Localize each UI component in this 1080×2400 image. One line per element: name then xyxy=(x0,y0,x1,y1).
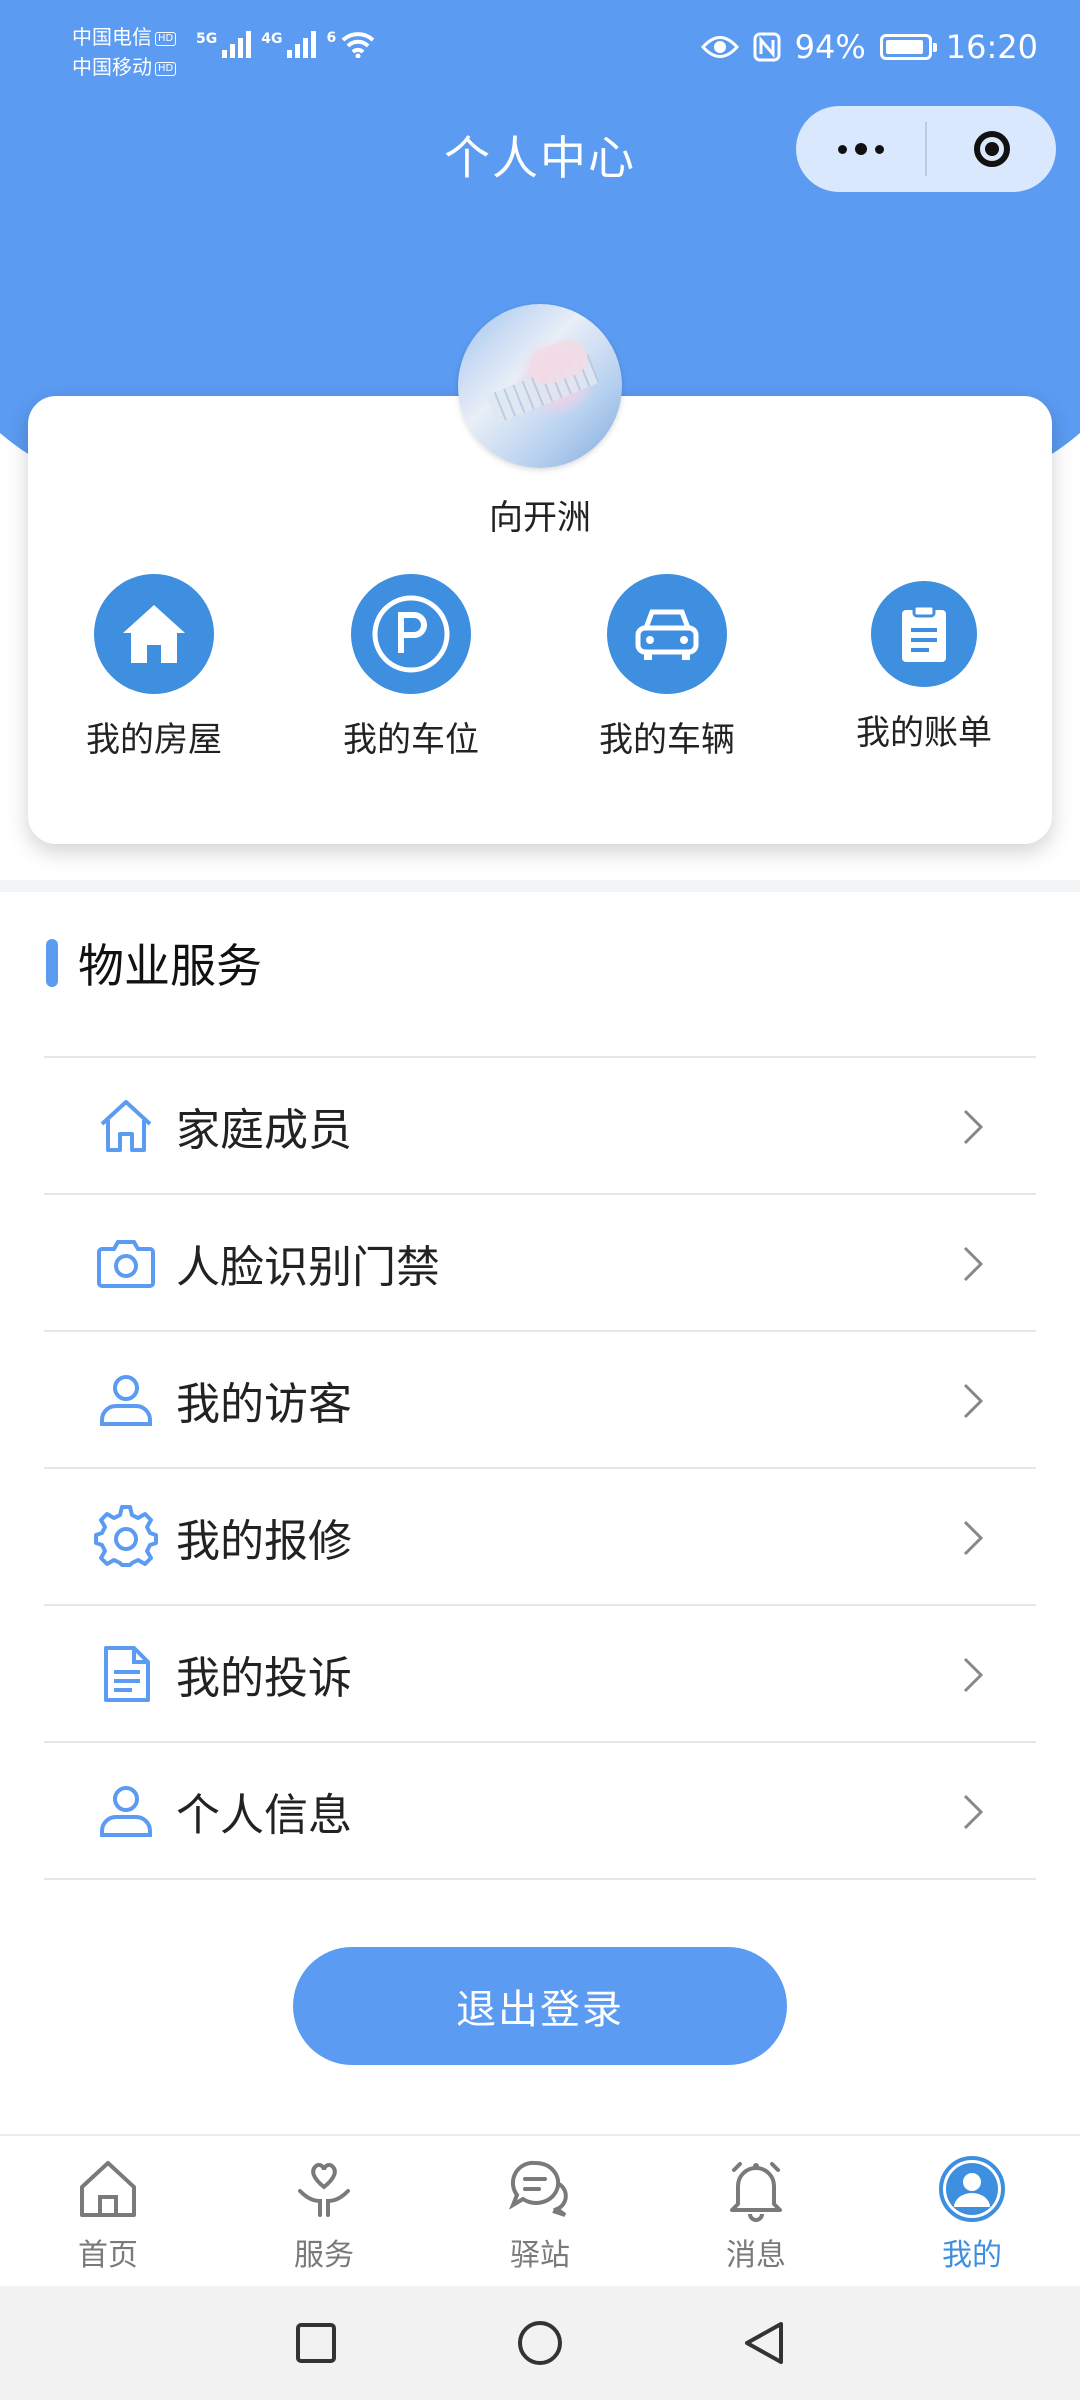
menu-item-visitors[interactable]: 我的访客 xyxy=(44,1330,1036,1467)
status-right: 94% 16:20 xyxy=(700,28,1038,66)
user-icon xyxy=(94,1779,158,1843)
chat-tab-icon xyxy=(505,2154,575,2224)
signal-indicators: 5G 4G 6 xyxy=(196,30,375,58)
hd-badge: HD xyxy=(155,31,177,46)
menu-item-label: 人脸识别门禁 xyxy=(176,1241,440,1293)
tab-home[interactable]: 首页 xyxy=(0,2136,216,2288)
system-nav-bar xyxy=(0,2286,1080,2400)
car-icon xyxy=(607,574,727,694)
menu-item-label: 个人信息 xyxy=(176,1789,352,1841)
menu-item-label: 我的访客 xyxy=(176,1378,352,1430)
profile-tab-icon xyxy=(937,2154,1007,2224)
tab-label: 消息 xyxy=(726,2238,786,2273)
signal-4g-icon: 4G xyxy=(261,31,317,58)
gear-icon xyxy=(94,1504,158,1569)
section-title: 物业服务 xyxy=(78,939,262,993)
signal-5g-icon: 5G xyxy=(196,31,252,58)
chevron-right-icon xyxy=(963,1383,984,1418)
tab-label: 首页 xyxy=(78,2238,138,2273)
carrier-1: 中国电信 xyxy=(72,25,152,49)
status-bar: 中国电信 HD 中国移动 HD 5G 4G 6 94% 16:20 xyxy=(0,0,1080,100)
quick-action-house[interactable]: 我的房屋 xyxy=(54,574,254,761)
wifi-icon: 6 xyxy=(326,30,375,58)
quick-action-bill[interactable]: 我的账单 xyxy=(824,574,1024,754)
tab-label: 服务 xyxy=(294,2238,354,2273)
house-icon xyxy=(94,574,214,694)
carrier-2: 中国移动 xyxy=(72,55,152,79)
battery-percent: 94% xyxy=(794,28,866,66)
tab-label: 驿站 xyxy=(510,2238,570,2273)
quick-action-label: 我的车位 xyxy=(343,720,479,760)
clock: 16:20 xyxy=(945,28,1038,66)
eye-icon xyxy=(700,36,739,58)
quick-action-label: 我的车辆 xyxy=(599,720,735,760)
carrier-info: 中国电信 HD 中国移动 HD xyxy=(72,22,177,82)
nfc-icon xyxy=(753,32,781,62)
tab-label: 我的 xyxy=(942,2238,1002,2273)
section-accent-bar xyxy=(46,939,58,987)
home-outline-icon xyxy=(94,1094,158,1158)
camera-icon xyxy=(94,1231,158,1295)
logout-button[interactable]: 退出登录 xyxy=(293,1947,787,2065)
quick-action-car[interactable]: 我的车辆 xyxy=(567,574,767,761)
document-icon xyxy=(94,1642,158,1706)
target-icon xyxy=(973,131,1010,167)
bill-icon xyxy=(871,581,977,687)
hd-badge: HD xyxy=(155,61,177,76)
home-button[interactable] xyxy=(517,2320,563,2366)
network-4g-label: 4G xyxy=(261,31,283,47)
back-button[interactable] xyxy=(743,2320,785,2366)
menu-item-label: 家庭成员 xyxy=(176,1104,352,1156)
menu-item-personal-info[interactable]: 个人信息 xyxy=(44,1741,1036,1880)
section-header: 物业服务 xyxy=(46,930,262,996)
quick-action-parking[interactable]: 我的车位 xyxy=(311,574,511,761)
recent-apps-button[interactable] xyxy=(295,2322,337,2364)
service-menu: 家庭成员 人脸识别门禁 我的访客 我的报修 我的投诉 个人信息 xyxy=(44,1056,1036,1880)
service-tab-icon xyxy=(289,2154,359,2224)
menu-item-complaints[interactable]: 我的投诉 xyxy=(44,1604,1036,1741)
chevron-right-icon xyxy=(963,1657,984,1692)
menu-item-family-members[interactable]: 家庭成员 xyxy=(44,1056,1036,1193)
more-options-button[interactable] xyxy=(796,106,925,192)
mini-program-capsule xyxy=(796,106,1056,192)
user-name: 向开洲 xyxy=(489,498,591,538)
section-separator xyxy=(0,880,1080,892)
tab-profile[interactable]: 我的 xyxy=(864,2136,1080,2288)
chevron-right-icon xyxy=(963,1109,984,1144)
menu-item-face-recognition[interactable]: 人脸识别门禁 xyxy=(44,1193,1036,1330)
menu-item-repairs[interactable]: 我的报修 xyxy=(44,1467,1036,1604)
battery-icon xyxy=(879,34,937,60)
user-icon xyxy=(94,1368,158,1432)
avatar[interactable] xyxy=(458,304,622,468)
chevron-right-icon xyxy=(963,1520,984,1555)
menu-item-label: 我的投诉 xyxy=(176,1652,352,1704)
tab-station[interactable]: 驿站 xyxy=(432,2136,648,2288)
quick-action-label: 我的房屋 xyxy=(86,720,222,760)
tab-messages[interactable]: 消息 xyxy=(648,2136,864,2288)
network-5g-label: 5G xyxy=(196,31,218,47)
quick-action-label: 我的账单 xyxy=(856,713,992,753)
chevron-right-icon xyxy=(963,1246,984,1281)
chevron-right-icon xyxy=(963,1794,984,1829)
close-mini-program-button[interactable] xyxy=(927,106,1056,192)
tab-services[interactable]: 服务 xyxy=(216,2136,432,2288)
wifi-version-label: 6 xyxy=(326,30,337,46)
home-tab-icon xyxy=(73,2154,143,2224)
parking-icon xyxy=(351,574,471,694)
bell-tab-icon xyxy=(721,2154,791,2224)
bottom-tab-bar: 首页 服务 驿站 消息 我的 xyxy=(0,2134,1080,2288)
menu-item-label: 我的报修 xyxy=(176,1515,352,1567)
